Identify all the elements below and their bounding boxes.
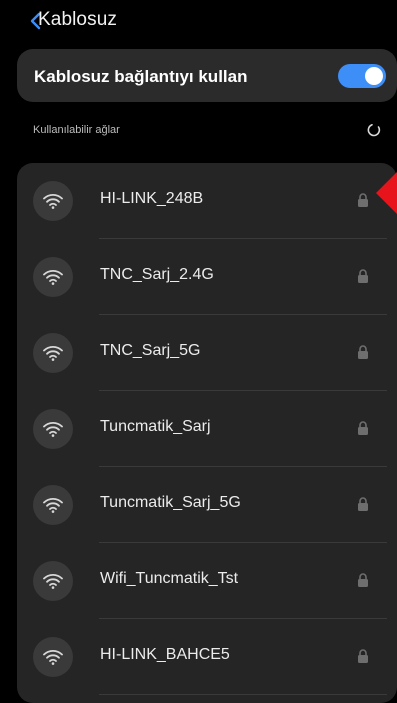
app-header: Kablosuz [0, 0, 397, 42]
network-row[interactable]: TNC_Sarj_2.4G [17, 239, 397, 315]
lock-icon [357, 269, 369, 283]
network-row[interactable]: Tuncmatik_Sarj_5G [17, 467, 397, 543]
wifi-signal-badge [33, 485, 73, 525]
switch-knob [365, 67, 383, 85]
lock-icon [357, 649, 369, 663]
wifi-signal-badge [33, 409, 73, 449]
network-name: TNC_Sarj_5G [100, 342, 201, 359]
red-marker-arrow [376, 172, 397, 214]
lock-icon [357, 193, 369, 207]
wifi-icon [43, 270, 63, 285]
refresh-icon[interactable] [366, 122, 382, 138]
page-title: Kablosuz [38, 9, 117, 30]
network-row[interactable]: TNC_Sarj_5G [17, 315, 397, 391]
lock-icon [357, 421, 369, 435]
network-name: TNC_Sarj_2.4G [100, 266, 214, 283]
network-name: Wifi_Tuncmatik_Tst [100, 570, 239, 587]
wifi-switch[interactable] [338, 64, 386, 88]
wifi-toggle-row[interactable]: Kablosuz bağlantıyı kullan [17, 49, 397, 102]
wifi-icon [43, 346, 63, 361]
network-row[interactable]: HI-LINK_BAHCE5 [17, 619, 397, 695]
wifi-signal-badge [33, 561, 73, 601]
row-divider [99, 694, 387, 695]
network-list: HI-LINK_248B TNC_Sarj_2.4G TNC_Sarj_5G T… [17, 163, 397, 703]
lock-icon [357, 573, 369, 587]
wifi-signal-badge [33, 637, 73, 677]
network-row[interactable]: Tuncmatik_Sarj [17, 391, 397, 467]
wifi-signal-badge [33, 333, 73, 373]
available-networks-label: Kullanılabilir ağlar [33, 124, 120, 136]
wifi-icon [43, 574, 63, 589]
lock-icon [357, 497, 369, 511]
network-row[interactable]: Wifi_Tuncmatik_Tst [17, 543, 397, 619]
network-row[interactable]: HI-LINK_248B [17, 163, 397, 239]
wifi-icon [43, 498, 63, 513]
network-name: HI-LINK_248B [100, 190, 204, 207]
wifi-signal-badge [33, 181, 73, 221]
wifi-icon [43, 422, 63, 437]
wifi-icon [43, 194, 63, 209]
wifi-icon [43, 650, 63, 665]
lock-icon [357, 345, 369, 359]
settings-screen: Kablosuz Kablosuz bağlantıyı kullan Kull… [0, 0, 397, 703]
network-name: Tuncmatik_Sarj_5G [100, 494, 241, 511]
network-name: HI-LINK_BAHCE5 [100, 646, 230, 663]
wifi-toggle-label: Kablosuz bağlantıyı kullan [34, 67, 248, 86]
wifi-signal-badge [33, 257, 73, 297]
network-name: Tuncmatik_Sarj [100, 418, 211, 435]
